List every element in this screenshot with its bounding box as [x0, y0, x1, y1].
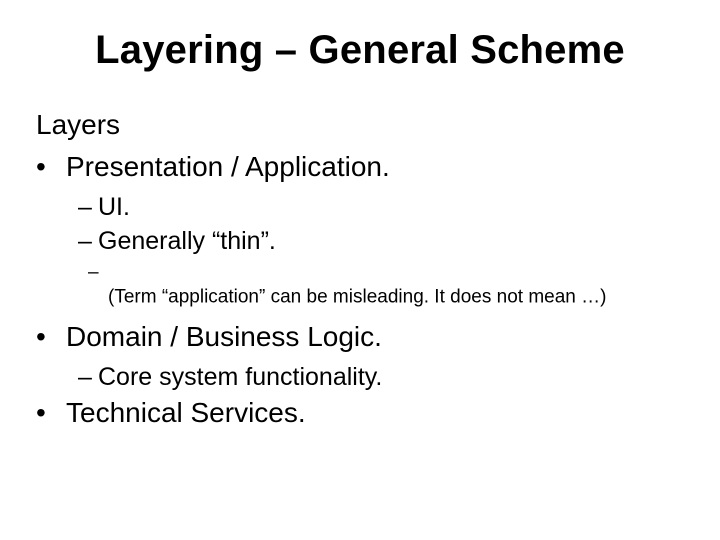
bullet-item: •Technical Services.: [36, 395, 684, 431]
bullet-item: •Domain / Business Logic.: [36, 319, 684, 355]
slide: Layering – General Scheme Layers •Presen…: [0, 0, 720, 540]
slide-title: Layering – General Scheme: [36, 28, 684, 73]
dash-icon: –: [78, 225, 98, 257]
sub-bullet-item: –UI.: [78, 191, 684, 223]
sub-bullet-label: Generally “thin”.: [98, 227, 276, 255]
sub-bullet-item: –Generally “thin”.: [78, 225, 684, 257]
dash-icon: –: [78, 191, 98, 223]
slide-body: Layers •Presentation / Application. –UI.…: [36, 107, 684, 431]
bullet-dot-icon: •: [36, 319, 66, 355]
bullet-label: Technical Services.: [66, 397, 306, 428]
sub-bullet-label: Core system functionality.: [98, 363, 382, 391]
bullet-dot-icon: •: [36, 395, 66, 431]
subsub-bullet-label: (Term “application” can be misleading. I…: [108, 286, 606, 307]
subsub-bullet-item: – (Term “application” can be misleading.…: [88, 261, 684, 310]
sub-bullet-item: –Core system functionality.: [78, 361, 684, 393]
bullet-label: Domain / Business Logic.: [66, 321, 382, 352]
dash-icon: –: [78, 361, 98, 393]
dash-icon: –: [88, 261, 108, 310]
bullet-dot-icon: •: [36, 149, 66, 185]
bullet-item: •Presentation / Application.: [36, 149, 684, 185]
bullet-label: Presentation / Application.: [66, 151, 390, 182]
body-heading: Layers: [36, 107, 684, 143]
sub-bullet-label: UI.: [98, 193, 130, 221]
